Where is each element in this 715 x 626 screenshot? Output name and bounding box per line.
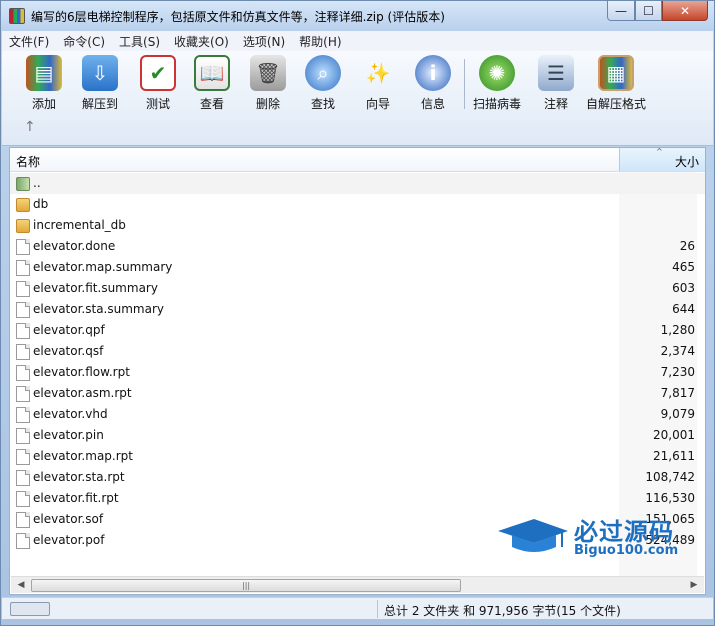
sort-ascending-icon: ^ — [656, 147, 663, 156]
view-icon: 📖 — [194, 55, 230, 91]
scroll-right-icon[interactable]: ▶ — [686, 578, 702, 592]
scrollbar-grip-icon: ||| — [242, 581, 251, 590]
wizard-icon: ✨ — [365, 61, 391, 85]
file-icon — [16, 428, 30, 444]
sfx-icon: ▦ — [598, 55, 634, 91]
file-icon — [16, 407, 30, 423]
extract-to-button[interactable]: ⇩ 解压到 — [82, 55, 118, 113]
wizard-button[interactable]: ✨ 向导 — [360, 55, 396, 113]
menu-commands[interactable]: 命令(C) — [56, 33, 112, 50]
maximize-button[interactable]: ☐ — [635, 1, 662, 21]
file-icon — [16, 533, 30, 549]
horizontal-scrollbar[interactable]: ◀ ||| ▶ — [11, 576, 704, 593]
watermark-url: Biguo100.com — [574, 543, 679, 558]
comment-icon: ☰ — [538, 55, 574, 91]
list-item[interactable]: db — [10, 194, 705, 215]
file-icon — [16, 323, 30, 339]
watermark-title: 必过源码 — [574, 518, 674, 546]
menu-file[interactable]: 文件(F) — [2, 33, 56, 50]
list-header: 名称 ^ 大小 — [10, 147, 705, 172]
list-item-parent[interactable]: .. — [10, 173, 705, 194]
list-item[interactable]: elevator.vhd 9,079 — [10, 404, 705, 425]
file-icon — [16, 365, 30, 381]
list-item[interactable]: elevator.fit.rpt 116,530 — [10, 488, 705, 509]
virus-scan-button[interactable]: ✺ 扫描病毒 — [473, 55, 521, 113]
file-icon — [16, 491, 30, 507]
info-button[interactable]: i 信息 — [415, 55, 451, 113]
delete-icon: 🗑 — [250, 55, 286, 91]
menu-help[interactable]: 帮助(H) — [292, 33, 348, 50]
file-icon — [16, 239, 30, 255]
delete-button[interactable]: 🗑 删除 — [250, 55, 286, 113]
find-button[interactable]: ⌕ 查找 — [305, 55, 341, 113]
file-icon — [16, 386, 30, 402]
title-bar: 编写的6层电梯控制程序，包括原文件和仿真文件等，注释详细.zip (评估版本) … — [1, 1, 714, 31]
list-item[interactable]: elevator.done 26 — [10, 236, 705, 257]
list-item[interactable]: elevator.qpf 1,280 — [10, 320, 705, 341]
status-bar: 总计 2 文件夹 和 971,956 字节(15 个文件) — [2, 597, 713, 619]
list-item[interactable]: elevator.sta.summary 644 — [10, 299, 705, 320]
list-item[interactable]: elevator.sta.rpt 108,742 — [10, 467, 705, 488]
find-icon: ⌕ — [305, 55, 341, 91]
winrar-app-icon — [9, 8, 25, 24]
parent-folder-icon — [16, 177, 30, 191]
column-header-size[interactable]: ^ 大小 — [619, 147, 705, 171]
list-item[interactable]: incremental_db — [10, 215, 705, 236]
file-icon — [16, 344, 30, 360]
list-item[interactable]: elevator.pin 20,001 — [10, 425, 705, 446]
list-item[interactable]: elevator.map.rpt 21,611 — [10, 446, 705, 467]
window-title: 编写的6层电梯控制程序，包括原文件和仿真文件等，注释详细.zip (评估版本) — [31, 9, 445, 24]
folder-icon — [16, 219, 30, 233]
folder-icon — [16, 198, 30, 212]
list-item[interactable]: elevator.asm.rpt 7,817 — [10, 383, 705, 404]
scroll-left-icon[interactable]: ◀ — [13, 578, 29, 592]
graduation-cap-icon — [498, 519, 568, 552]
add-button[interactable]: ▤ 添加 — [26, 55, 62, 113]
scrollbar-thumb[interactable]: ||| — [31, 579, 461, 592]
file-icon — [16, 512, 30, 528]
menu-tools[interactable]: 工具(S) — [112, 33, 167, 50]
list-item[interactable]: elevator.fit.summary 603 — [10, 278, 705, 299]
extract-to-icon: ⇩ — [82, 55, 118, 91]
sfx-button[interactable]: ▦ 自解压格式 — [586, 55, 646, 113]
test-icon: ✔ — [140, 55, 176, 91]
drive-key-icon[interactable] — [10, 602, 50, 616]
test-button[interactable]: ✔ 测试 — [140, 55, 176, 113]
toolbar-separator — [464, 59, 465, 109]
menu-bar: 文件(F) 命令(C) 工具(S) 收藏夹(O) 选项(N) 帮助(H) — [2, 31, 713, 51]
file-rows: .. db incremental_db elevator.done 26 el… — [10, 173, 705, 551]
watermark-logo: 必过源码 Biguo100.com — [496, 509, 696, 569]
menu-options[interactable]: 选项(N) — [236, 33, 292, 50]
status-summary: 总计 2 文件夹 和 971,956 字节(15 个文件) — [384, 604, 621, 618]
file-icon — [16, 260, 30, 276]
info-icon: i — [415, 55, 451, 91]
list-item[interactable]: elevator.map.summary 465 — [10, 257, 705, 278]
file-icon — [16, 302, 30, 318]
file-icon — [16, 281, 30, 297]
file-icon — [16, 470, 30, 486]
add-archive-icon: ▤ — [26, 55, 62, 91]
column-header-name[interactable]: 名称 — [16, 153, 40, 170]
status-divider — [377, 600, 378, 618]
list-item[interactable]: elevator.flow.rpt 7,230 — [10, 362, 705, 383]
comment-button[interactable]: ☰ 注释 — [538, 55, 574, 113]
list-item[interactable]: elevator.qsf 2,374 — [10, 341, 705, 362]
app-window: 编写的6层电梯控制程序，包括原文件和仿真文件等，注释详细.zip (评估版本) … — [0, 0, 715, 626]
file-icon — [16, 449, 30, 465]
menu-favorites[interactable]: 收藏夹(O) — [167, 33, 236, 50]
minimize-button[interactable]: — — [607, 1, 635, 21]
virus-scan-icon: ✺ — [479, 55, 515, 91]
up-folder-arrow-icon[interactable]: ↑ — [24, 119, 36, 135]
toolbar: ▤ 添加 ⇩ 解压到 ✔ 测试 📖 查看 🗑 删除 ⌕ 查找 ✨ 向导 i 信息… — [2, 51, 713, 146]
close-button[interactable]: ✕ — [662, 1, 708, 21]
view-button[interactable]: 📖 查看 — [194, 55, 230, 113]
